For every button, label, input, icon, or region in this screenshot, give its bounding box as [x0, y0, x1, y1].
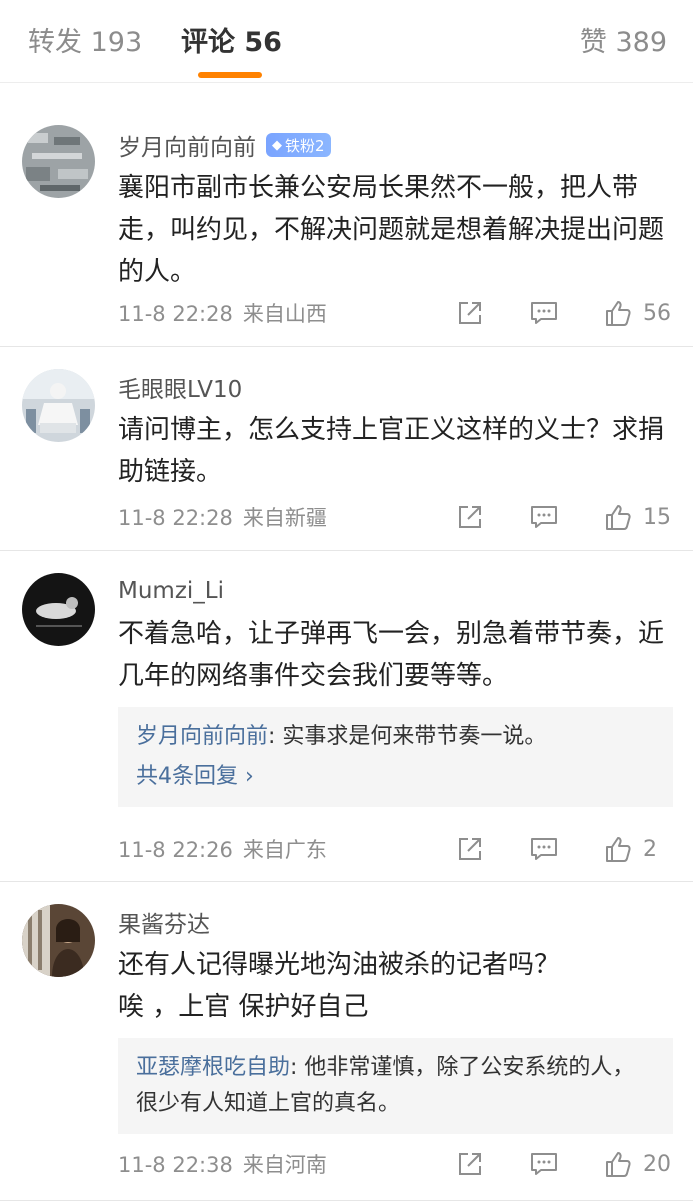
- comment-text: 还有人记得曝光地沟油被杀的记者吗？ 唉 ，上官 保护好自己: [118, 944, 673, 1028]
- reply-button[interactable]: [529, 298, 559, 328]
- share-icon: [459, 1153, 481, 1175]
- comment-icon: [531, 838, 557, 860]
- comment-location: 来自广东: [242, 838, 327, 862]
- comment-item: 果酱芬达 还有人记得曝光地沟油被杀的记者吗？ 唉 ，上官 保护好自己 亚瑟摩根吃…: [0, 882, 693, 1201]
- thumbs-up-icon: [606, 837, 631, 862]
- comment-meta: 11-8 22:38 来自河南: [118, 1149, 327, 1179]
- comment-icon: [531, 1153, 557, 1175]
- tab-comments[interactable]: 评论 56: [181, 24, 282, 62]
- reply-button[interactable]: [529, 502, 559, 532]
- view-more-replies-link[interactable]: 共4条回复 ›: [136, 759, 254, 795]
- comment-icon: [531, 302, 557, 324]
- tab-repost[interactable]: 转发 193: [28, 24, 142, 62]
- share-icon: [459, 838, 481, 860]
- avatar[interactable]: [22, 369, 95, 442]
- reply-line: 岁月向前向前: 实事求是何来带节奏一说。: [136, 719, 655, 755]
- username[interactable]: 岁月向前向前: [118, 128, 256, 162]
- comment-text: 请问博主，怎么支持上官正义这样的义士？求捐助链接。: [118, 415, 665, 487]
- reply-button[interactable]: [529, 1149, 559, 1179]
- like-button[interactable]: 56: [603, 298, 673, 328]
- fan-badge-label: 铁粉2: [285, 136, 325, 155]
- thumbs-up-icon: [606, 1152, 631, 1177]
- comment-text-line: 还有人记得曝光地沟油被杀的记者吗？: [118, 950, 561, 980]
- reply-preview[interactable]: 岁月向前向前: 实事求是何来带节奏一说。 共4条回复 ›: [118, 707, 673, 807]
- username[interactable]: 果酱芬达: [118, 905, 210, 939]
- comment-time: 11-8 22:38: [118, 1153, 233, 1177]
- thumbs-up-icon: [606, 505, 631, 530]
- comment-location: 来自山西: [242, 302, 327, 326]
- like-count: 20: [643, 1151, 671, 1177]
- share-button[interactable]: [455, 502, 485, 532]
- like-button[interactable]: 2: [603, 834, 673, 864]
- like-button[interactable]: 20: [603, 1149, 673, 1179]
- avatar[interactable]: [22, 573, 95, 646]
- thumbs-up-icon: [606, 301, 631, 326]
- username[interactable]: 毛眼眼LV10: [118, 370, 242, 404]
- share-button[interactable]: [455, 1149, 485, 1179]
- comment-item: 毛眼眼LV10 请问博主，怎么支持上官正义这样的义士？求捐助链接。 11-8 2…: [0, 347, 693, 551]
- comment-location: 来自河南: [242, 1153, 327, 1177]
- reply-preview[interactable]: 亚瑟摩根吃自助: 他非常谨慎，除了公安系统的人，很少有人知道上官的真名。: [118, 1038, 673, 1134]
- avatar[interactable]: [22, 904, 95, 977]
- reply-author[interactable]: 亚瑟摩根吃自助: [136, 1055, 290, 1080]
- diamond-icon: ◆: [272, 137, 282, 153]
- comment-meta: 11-8 22:28 来自新疆: [118, 502, 327, 532]
- comment-text-line: 唉 ，上官 保护好自己: [118, 992, 369, 1022]
- comment-item: Mumzi_Li 不着急哈，让子弹再飞一会，别急着带节奏，近几年的网络事件交会我…: [0, 551, 693, 882]
- comment-time: 11-8 22:26: [118, 838, 233, 862]
- comment-time: 11-8 22:28: [118, 302, 233, 326]
- tab-bar: 转发 193 评论 56 赞 389: [0, 0, 693, 83]
- username[interactable]: Mumzi_Li: [118, 578, 224, 604]
- tab-likes[interactable]: 赞 389: [580, 24, 667, 62]
- share-icon: [459, 302, 481, 324]
- comment-time: 11-8 22:28: [118, 506, 233, 530]
- fan-badge[interactable]: ◆ 铁粉2: [266, 133, 331, 157]
- comment-meta: 11-8 22:28 来自山西: [118, 298, 327, 328]
- comment-item: 岁月向前向前 ◆ 铁粉2 襄阳市副市长兼公安局长果然不一般，把人带走，叫约见，不…: [0, 83, 693, 347]
- reply-author[interactable]: 岁月向前向前: [136, 724, 268, 749]
- reply-text: : 实事求是何来带节奏一说。: [268, 724, 547, 749]
- active-tab-indicator: [198, 72, 262, 78]
- share-icon: [459, 506, 481, 528]
- comment-meta: 11-8 22:26 来自广东: [118, 834, 327, 864]
- comment-text: 襄阳市副市长兼公安局长果然不一般，把人带走，叫约见，不解决问题就是想着解决提出问…: [118, 173, 665, 287]
- avatar[interactable]: [22, 125, 95, 198]
- like-count: 2: [643, 836, 657, 862]
- comment-icon: [531, 506, 557, 528]
- share-button[interactable]: [455, 834, 485, 864]
- reply-button[interactable]: [529, 834, 559, 864]
- share-button[interactable]: [455, 298, 485, 328]
- like-count: 56: [643, 300, 671, 326]
- comment-text: 不着急哈，让子弹再飞一会，别急着带节奏，近几年的网络事件交会我们要等等。: [118, 619, 665, 691]
- like-button[interactable]: 15: [603, 502, 673, 532]
- comment-location: 来自新疆: [242, 506, 327, 530]
- like-count: 15: [643, 504, 671, 530]
